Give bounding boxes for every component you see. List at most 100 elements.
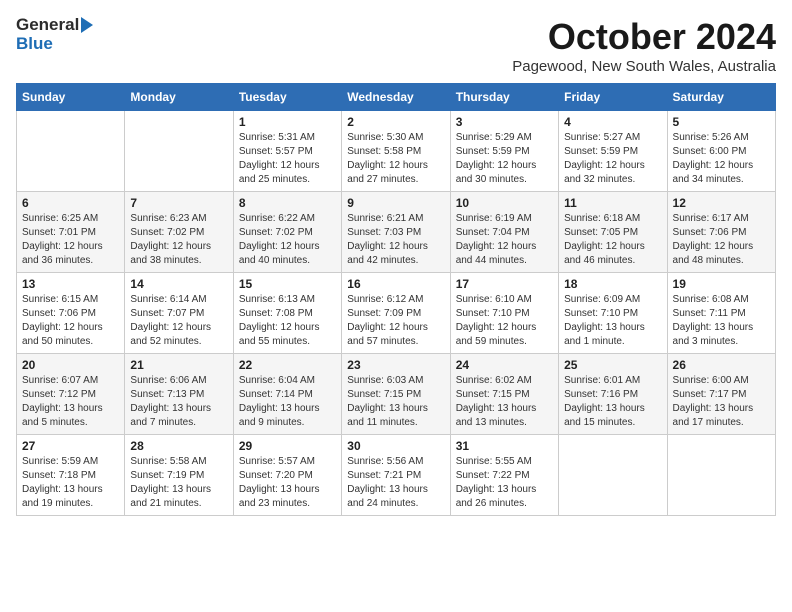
- day-info: Sunrise: 5:59 AM Sunset: 7:18 PM Dayligh…: [22, 455, 119, 511]
- title-area: October 2024 Pagewood, New South Wales, …: [512, 16, 776, 75]
- day-info: Sunrise: 6:01 AM Sunset: 7:16 PM Dayligh…: [564, 374, 661, 430]
- day-number: 24: [456, 358, 553, 372]
- day-number: 6: [22, 196, 119, 210]
- calendar-week-3: 13 Sunrise: 6:15 AM Sunset: 7:06 PM Dayli…: [17, 273, 776, 354]
- calendar-cell: [17, 111, 125, 192]
- day-number: 17: [456, 277, 553, 291]
- day-info: Sunrise: 6:02 AM Sunset: 7:15 PM Dayligh…: [456, 374, 553, 430]
- day-number: 28: [130, 439, 227, 453]
- day-info: Sunrise: 6:13 AM Sunset: 7:08 PM Dayligh…: [239, 293, 336, 349]
- day-number: 26: [673, 358, 770, 372]
- calendar-cell: [559, 435, 667, 516]
- calendar-cell: 27 Sunrise: 5:59 AM Sunset: 7:18 PM Dayli…: [17, 435, 125, 516]
- day-number: 1: [239, 115, 336, 129]
- calendar-cell: 15 Sunrise: 6:13 AM Sunset: 7:08 PM Dayli…: [233, 273, 341, 354]
- day-number: 29: [239, 439, 336, 453]
- day-number: 4: [564, 115, 661, 129]
- calendar-cell: 2 Sunrise: 5:30 AM Sunset: 5:58 PM Daylig…: [342, 111, 450, 192]
- day-number: 27: [22, 439, 119, 453]
- day-number: 12: [673, 196, 770, 210]
- day-info: Sunrise: 6:03 AM Sunset: 7:15 PM Dayligh…: [347, 374, 444, 430]
- day-info: Sunrise: 6:08 AM Sunset: 7:11 PM Dayligh…: [673, 293, 770, 349]
- day-number: 9: [347, 196, 444, 210]
- day-info: Sunrise: 6:21 AM Sunset: 7:03 PM Dayligh…: [347, 212, 444, 268]
- logo: General Blue: [16, 16, 93, 53]
- day-info: Sunrise: 6:22 AM Sunset: 7:02 PM Dayligh…: [239, 212, 336, 268]
- logo-general-text: General: [16, 16, 79, 35]
- day-info: Sunrise: 5:31 AM Sunset: 5:57 PM Dayligh…: [239, 131, 336, 187]
- calendar-cell: 16 Sunrise: 6:12 AM Sunset: 7:09 PM Dayli…: [342, 273, 450, 354]
- day-number: 13: [22, 277, 119, 291]
- day-info: Sunrise: 5:26 AM Sunset: 6:00 PM Dayligh…: [673, 131, 770, 187]
- calendar-cell: 29 Sunrise: 5:57 AM Sunset: 7:20 PM Dayli…: [233, 435, 341, 516]
- calendar-cell: 21Sunrise: 6:06 AM Sunset: 7:13 PM Dayli…: [125, 354, 233, 435]
- calendar-header-monday: Monday: [125, 84, 233, 111]
- day-info: Sunrise: 6:12 AM Sunset: 7:09 PM Dayligh…: [347, 293, 444, 349]
- calendar-header-friday: Friday: [559, 84, 667, 111]
- calendar-cell: 31 Sunrise: 5:55 AM Sunset: 7:22 PM Dayli…: [450, 435, 558, 516]
- day-number: 11: [564, 196, 661, 210]
- day-number: 21: [130, 358, 227, 372]
- day-number: 30: [347, 439, 444, 453]
- calendar-cell: 23Sunrise: 6:03 AM Sunset: 7:15 PM Dayli…: [342, 354, 450, 435]
- day-info: Sunrise: 5:27 AM Sunset: 5:59 PM Dayligh…: [564, 131, 661, 187]
- calendar-cell: 8Sunrise: 6:22 AM Sunset: 7:02 PM Daylig…: [233, 192, 341, 273]
- calendar-cell: 26Sunrise: 6:00 AM Sunset: 7:17 PM Dayli…: [667, 354, 775, 435]
- day-number: 20: [22, 358, 119, 372]
- day-info: Sunrise: 5:29 AM Sunset: 5:59 PM Dayligh…: [456, 131, 553, 187]
- day-number: 31: [456, 439, 553, 453]
- day-info: Sunrise: 5:55 AM Sunset: 7:22 PM Dayligh…: [456, 455, 553, 511]
- day-info: Sunrise: 6:07 AM Sunset: 7:12 PM Dayligh…: [22, 374, 119, 430]
- day-info: Sunrise: 6:17 AM Sunset: 7:06 PM Dayligh…: [673, 212, 770, 268]
- calendar-header-thursday: Thursday: [450, 84, 558, 111]
- calendar-cell: 14 Sunrise: 6:14 AM Sunset: 7:07 PM Dayli…: [125, 273, 233, 354]
- day-number: 22: [239, 358, 336, 372]
- day-info: Sunrise: 6:23 AM Sunset: 7:02 PM Dayligh…: [130, 212, 227, 268]
- calendar-cell: 5 Sunrise: 5:26 AM Sunset: 6:00 PM Daylig…: [667, 111, 775, 192]
- calendar-cell: [125, 111, 233, 192]
- day-info: Sunrise: 5:30 AM Sunset: 5:58 PM Dayligh…: [347, 131, 444, 187]
- calendar-table: SundayMondayTuesdayWednesdayThursdayFrid…: [16, 83, 776, 516]
- day-info: Sunrise: 6:18 AM Sunset: 7:05 PM Dayligh…: [564, 212, 661, 268]
- calendar-cell: 17 Sunrise: 6:10 AM Sunset: 7:10 PM Dayli…: [450, 273, 558, 354]
- calendar-cell: 13 Sunrise: 6:15 AM Sunset: 7:06 PM Dayli…: [17, 273, 125, 354]
- calendar-cell: 22 Sunrise: 6:04 AM Sunset: 7:14 PM Dayli…: [233, 354, 341, 435]
- day-number: 2: [347, 115, 444, 129]
- calendar-cell: 4 Sunrise: 5:27 AM Sunset: 5:59 PM Daylig…: [559, 111, 667, 192]
- calendar-cell: 18Sunrise: 6:09 AM Sunset: 7:10 PM Dayli…: [559, 273, 667, 354]
- subtitle: Pagewood, New South Wales, Australia: [512, 58, 776, 75]
- day-number: 14: [130, 277, 227, 291]
- calendar-cell: [667, 435, 775, 516]
- calendar-week-2: 6Sunrise: 6:25 AM Sunset: 7:01 PM Daylig…: [17, 192, 776, 273]
- day-info: Sunrise: 6:04 AM Sunset: 7:14 PM Dayligh…: [239, 374, 336, 430]
- calendar-header-wednesday: Wednesday: [342, 84, 450, 111]
- main-title: October 2024: [512, 16, 776, 58]
- calendar-cell: 20 Sunrise: 6:07 AM Sunset: 7:12 PM Dayli…: [17, 354, 125, 435]
- day-number: 5: [673, 115, 770, 129]
- day-number: 19: [673, 277, 770, 291]
- day-info: Sunrise: 6:14 AM Sunset: 7:07 PM Dayligh…: [130, 293, 227, 349]
- calendar-header-saturday: Saturday: [667, 84, 775, 111]
- day-info: Sunrise: 5:58 AM Sunset: 7:19 PM Dayligh…: [130, 455, 227, 511]
- calendar-cell: 11 Sunrise: 6:18 AM Sunset: 7:05 PM Dayli…: [559, 192, 667, 273]
- day-info: Sunrise: 6:19 AM Sunset: 7:04 PM Dayligh…: [456, 212, 553, 268]
- calendar-week-1: 1 Sunrise: 5:31 AM Sunset: 5:57 PM Daylig…: [17, 111, 776, 192]
- calendar-cell: 3Sunrise: 5:29 AM Sunset: 5:59 PM Daylig…: [450, 111, 558, 192]
- day-info: Sunrise: 5:56 AM Sunset: 7:21 PM Dayligh…: [347, 455, 444, 511]
- day-number: 18: [564, 277, 661, 291]
- day-number: 10: [456, 196, 553, 210]
- calendar-cell: 1 Sunrise: 5:31 AM Sunset: 5:57 PM Daylig…: [233, 111, 341, 192]
- day-number: 15: [239, 277, 336, 291]
- calendar-cell: 12 Sunrise: 6:17 AM Sunset: 7:06 PM Dayli…: [667, 192, 775, 273]
- calendar-cell: 28 Sunrise: 5:58 AM Sunset: 7:19 PM Dayli…: [125, 435, 233, 516]
- day-info: Sunrise: 6:10 AM Sunset: 7:10 PM Dayligh…: [456, 293, 553, 349]
- calendar-cell: 24 Sunrise: 6:02 AM Sunset: 7:15 PM Dayli…: [450, 354, 558, 435]
- day-info: Sunrise: 5:57 AM Sunset: 7:20 PM Dayligh…: [239, 455, 336, 511]
- logo-blue-text: Blue: [16, 35, 53, 54]
- calendar-cell: 7Sunrise: 6:23 AM Sunset: 7:02 PM Daylig…: [125, 192, 233, 273]
- calendar-header-tuesday: Tuesday: [233, 84, 341, 111]
- calendar-cell: 9 Sunrise: 6:21 AM Sunset: 7:03 PM Daylig…: [342, 192, 450, 273]
- day-number: 25: [564, 358, 661, 372]
- day-number: 16: [347, 277, 444, 291]
- day-info: Sunrise: 6:15 AM Sunset: 7:06 PM Dayligh…: [22, 293, 119, 349]
